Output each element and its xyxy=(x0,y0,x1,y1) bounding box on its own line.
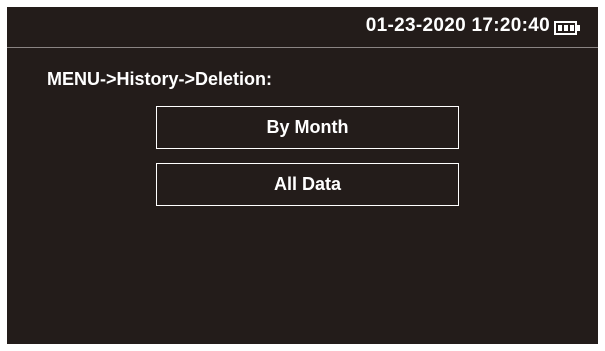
device-screen: 01-23-2020 17:20:40 MENU->History->Delet… xyxy=(7,7,598,344)
battery-full-icon xyxy=(554,21,580,35)
status-bar: 01-23-2020 17:20:40 xyxy=(7,7,598,48)
breadcrumb: MENU->History->Deletion: xyxy=(47,69,273,89)
all-data-label: All Data xyxy=(273,174,342,194)
all-data-button[interactable]: All Data xyxy=(156,163,459,206)
battery-body xyxy=(554,21,577,35)
by-month-button[interactable]: By Month xyxy=(156,106,459,149)
by-month-label: By Month xyxy=(266,117,349,137)
datetime-display: 01-23-2020 17:20:40 xyxy=(365,15,550,36)
battery-bar xyxy=(570,25,574,31)
battery-bar xyxy=(564,25,568,31)
battery-cap xyxy=(577,25,580,31)
battery-bar xyxy=(558,25,562,31)
